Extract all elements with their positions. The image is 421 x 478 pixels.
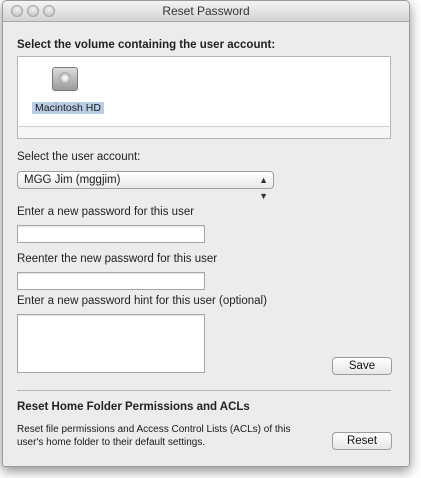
reenter-password-label: Reenter the new password for this user bbox=[17, 253, 218, 265]
volume-item-label: Macintosh HD bbox=[32, 102, 104, 114]
acl-heading: Reset Home Folder Permissions and ACLs bbox=[17, 401, 250, 413]
new-password-field[interactable] bbox=[17, 225, 205, 243]
new-password-label: Enter a new password for this user bbox=[17, 206, 195, 218]
hard-drive-icon bbox=[52, 67, 78, 91]
acl-description-line: Reset file permissions and Access Contro… bbox=[17, 424, 291, 435]
reenter-password-field[interactable] bbox=[17, 272, 205, 290]
user-account-value: MGG Jim (mggjim) bbox=[24, 174, 121, 186]
acl-description: Reset file permissions and Access Contro… bbox=[17, 423, 290, 449]
volume-heading: Select the volume containing the user ac… bbox=[17, 39, 276, 51]
save-button[interactable]: Save bbox=[332, 357, 392, 375]
user-account-popup[interactable]: MGG Jim (mggjim) ▲ ▼ bbox=[17, 171, 274, 201]
section-divider bbox=[17, 390, 391, 391]
password-hint-label: Enter a new password hint for this user … bbox=[17, 295, 267, 307]
volume-list[interactable]: Macintosh HD bbox=[17, 56, 391, 139]
acl-description-line: user's home folder to their default sett… bbox=[17, 437, 206, 448]
user-account-label: Select the user account: bbox=[17, 151, 141, 163]
reset-password-window: Reset Password Select the volume contain… bbox=[2, 0, 410, 467]
reset-button[interactable]: Reset bbox=[332, 432, 392, 450]
password-hint-field[interactable] bbox=[17, 314, 205, 373]
title-bar: Reset Password bbox=[3, 1, 409, 22]
popup-arrows-icon: ▲ ▼ bbox=[259, 175, 268, 201]
volume-list-footer bbox=[18, 126, 390, 138]
window-title: Reset Password bbox=[162, 4, 250, 18]
